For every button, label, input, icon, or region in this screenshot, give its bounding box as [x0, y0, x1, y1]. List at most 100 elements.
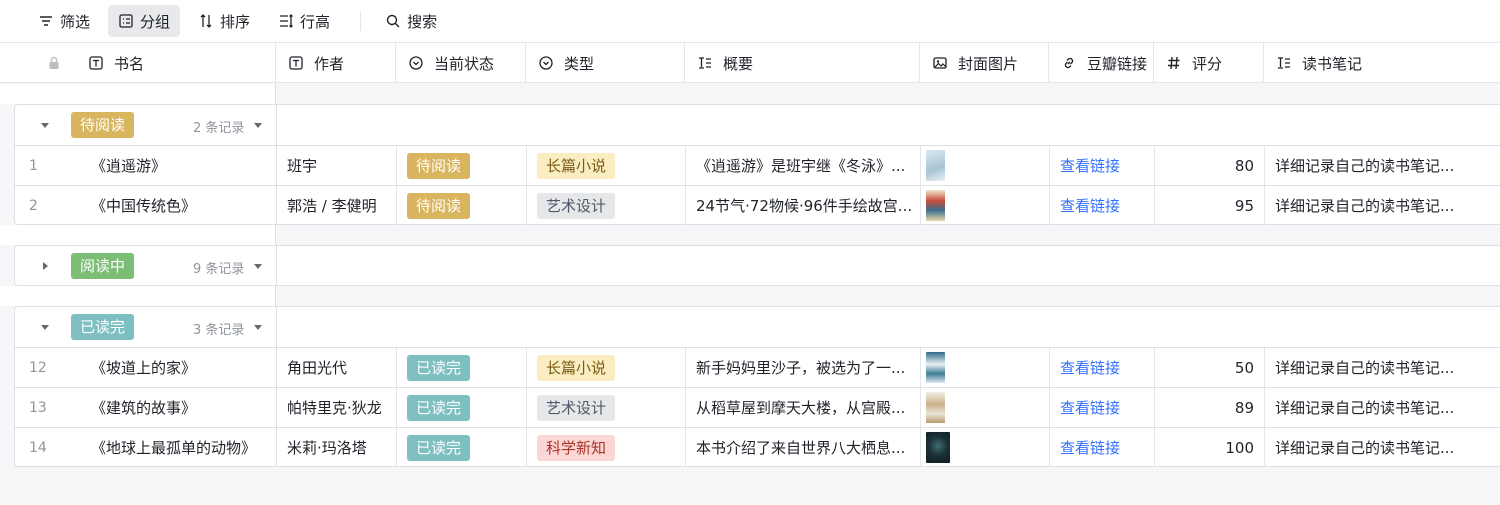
toolbar: 筛选 分组 排序 行高 搜索 — [0, 0, 1500, 43]
status-cell[interactable]: 已读完 — [397, 348, 527, 387]
search-button[interactable]: 搜索 — [375, 5, 447, 37]
type-tag: 长篇小说 — [537, 354, 616, 381]
title-cell[interactable]: 《逍遥游》 — [87, 146, 277, 185]
table-row[interactable]: 1 《逍遥游》 班宇 待阅读 长篇小说 《逍遥游》是班宇继《冬泳》... 查看链… — [15, 145, 1500, 185]
filter-label: 筛选 — [60, 12, 91, 31]
group-header[interactable]: 待阅读 2 条记录 — [15, 105, 1500, 145]
row-height-button[interactable]: 行高 — [268, 5, 340, 37]
score-cell[interactable]: 95 — [1155, 186, 1265, 225]
sort-icon — [200, 14, 212, 28]
status-cell[interactable]: 待阅读 — [397, 186, 527, 225]
cover-cell[interactable] — [921, 186, 1050, 225]
type-cell[interactable]: 科学新知 — [527, 428, 686, 467]
header-notes[interactable]: 读书笔记 — [1264, 43, 1500, 83]
type-cell[interactable]: 长篇小说 — [527, 348, 686, 387]
status-cell[interactable]: 待阅读 — [397, 146, 527, 185]
status-cell[interactable]: 已读完 — [397, 428, 527, 467]
author-cell[interactable]: 帕特里克·狄龙 — [277, 388, 397, 427]
summary-cell[interactable]: 24节气·72物候·96件手绘故宫... — [686, 186, 921, 225]
chevron-down-icon[interactable] — [253, 261, 263, 271]
sort-button[interactable]: 排序 — [188, 5, 260, 37]
status-cell[interactable]: 已读完 — [397, 388, 527, 427]
table-row[interactable]: 14 《地球上最孤单的动物》 米莉·玛洛塔 已读完 科学新知 本书介绍了来自世界… — [15, 427, 1500, 467]
lock-icon — [49, 56, 59, 69]
header-score[interactable]: 评分 — [1154, 43, 1264, 83]
cover-cell[interactable] — [921, 348, 1050, 387]
header-notes-label: 读书笔记 — [1302, 54, 1363, 73]
author-cell[interactable]: 班宇 — [277, 146, 397, 185]
cover-cell[interactable] — [921, 146, 1050, 185]
notes-cell[interactable]: 详细记录自己的读书笔记... — [1265, 388, 1500, 427]
chevron-down-icon[interactable] — [253, 322, 263, 332]
column-header: 书名 作者 当前状态 类型 概要 封面图片 豆瓣链接 评分 读书笔记 — [0, 43, 1500, 83]
header-type[interactable]: 类型 — [526, 43, 685, 83]
score-cell[interactable]: 89 — [1155, 388, 1265, 427]
header-summary[interactable]: 概要 — [685, 43, 920, 83]
group-count: 9 条记录 — [193, 262, 245, 277]
cover-thumbnail[interactable] — [926, 432, 950, 463]
table-row[interactable]: 2 《中国传统色》 郭浩 / 李健明 待阅读 艺术设计 24节气·72物候·96… — [15, 185, 1500, 225]
notes-cell[interactable]: 详细记录自己的读书笔记... — [1265, 146, 1500, 185]
cover-thumbnail[interactable] — [926, 150, 945, 181]
group-button[interactable]: 分组 — [108, 5, 181, 37]
author-cell[interactable]: 米莉·玛洛塔 — [277, 428, 397, 467]
title-cell[interactable]: 《中国传统色》 — [87, 186, 277, 225]
cover-thumbnail[interactable] — [926, 392, 945, 423]
multiline-text-icon — [699, 57, 711, 69]
title-cell[interactable]: 《坡道上的家》 — [87, 348, 277, 387]
row-number: 1 — [29, 157, 38, 174]
header-title[interactable]: 书名 — [0, 43, 276, 83]
title-cell[interactable]: 《建筑的故事》 — [87, 388, 277, 427]
caret-right-icon[interactable] — [39, 260, 51, 272]
status-tag: 已读完 — [407, 394, 471, 421]
summary-cell[interactable]: 本书介绍了来自世界八大栖息... — [686, 428, 921, 467]
author-cell[interactable]: 角田光代 — [277, 348, 397, 387]
score-cell[interactable]: 80 — [1155, 146, 1265, 185]
group-reading: 阅读中 9 条记录 — [14, 245, 1500, 286]
header-link[interactable]: 豆瓣链接 — [1049, 43, 1154, 83]
score-cell[interactable]: 100 — [1155, 428, 1265, 467]
caret-down-icon[interactable] — [39, 119, 51, 131]
douban-link[interactable]: 查看链接 — [1050, 428, 1155, 467]
douban-link[interactable]: 查看链接 — [1050, 388, 1155, 427]
header-author[interactable]: 作者 — [276, 43, 396, 83]
type-cell[interactable]: 长篇小说 — [527, 146, 686, 185]
group-tag: 已读完 — [71, 314, 135, 340]
notes-cell[interactable]: 详细记录自己的读书笔记... — [1265, 348, 1500, 387]
header-author-label: 作者 — [314, 54, 345, 73]
cover-thumbnail[interactable] — [926, 190, 945, 221]
douban-link[interactable]: 查看链接 — [1050, 348, 1155, 387]
notes-cell[interactable]: 详细记录自己的读书笔记... — [1265, 186, 1500, 225]
group-icon — [119, 14, 133, 28]
pinned-column-bg — [0, 84, 276, 104]
text-field-icon — [289, 56, 303, 70]
summary-cell[interactable]: 从稻草屋到摩天大楼，从宫殿... — [686, 388, 921, 427]
summary-cell[interactable]: 《逍遥游》是班宇继《冬泳》... — [686, 146, 921, 185]
score-cell[interactable]: 50 — [1155, 348, 1265, 387]
group-header[interactable]: 已读完 3 条记录 — [15, 307, 1500, 347]
group-header[interactable]: 阅读中 9 条记录 — [15, 246, 1500, 286]
douban-link[interactable]: 查看链接 — [1050, 146, 1155, 185]
header-status[interactable]: 当前状态 — [396, 43, 526, 83]
summary-cell[interactable]: 新手妈妈里沙子，被选为了一... — [686, 348, 921, 387]
cover-thumbnail[interactable] — [926, 352, 945, 383]
table-row[interactable]: 12 《坡道上的家》 角田光代 已读完 长篇小说 新手妈妈里沙子，被选为了一..… — [15, 347, 1500, 387]
cover-cell[interactable] — [921, 428, 1050, 467]
toolbar-divider — [360, 11, 362, 31]
header-cover[interactable]: 封面图片 — [920, 43, 1049, 83]
author-cell[interactable]: 郭浩 / 李健明 — [277, 186, 397, 225]
header-type-label: 类型 — [564, 54, 595, 73]
sort-label: 排序 — [220, 12, 251, 31]
notes-cell[interactable]: 详细记录自己的读书笔记... — [1265, 428, 1500, 467]
type-cell[interactable]: 艺术设计 — [527, 388, 686, 427]
type-cell[interactable]: 艺术设计 — [527, 186, 686, 225]
multiline-text-icon — [1278, 57, 1290, 69]
title-cell[interactable]: 《地球上最孤单的动物》 — [87, 428, 277, 467]
caret-down-icon[interactable] — [39, 321, 51, 333]
filter-button[interactable]: 筛选 — [28, 5, 100, 37]
cover-cell[interactable] — [921, 388, 1050, 427]
single-select-icon — [409, 56, 423, 70]
chevron-down-icon[interactable] — [253, 120, 263, 130]
douban-link[interactable]: 查看链接 — [1050, 186, 1155, 225]
table-row[interactable]: 13 《建筑的故事》 帕特里克·狄龙 已读完 艺术设计 从稻草屋到摩天大楼，从宫… — [15, 387, 1500, 427]
